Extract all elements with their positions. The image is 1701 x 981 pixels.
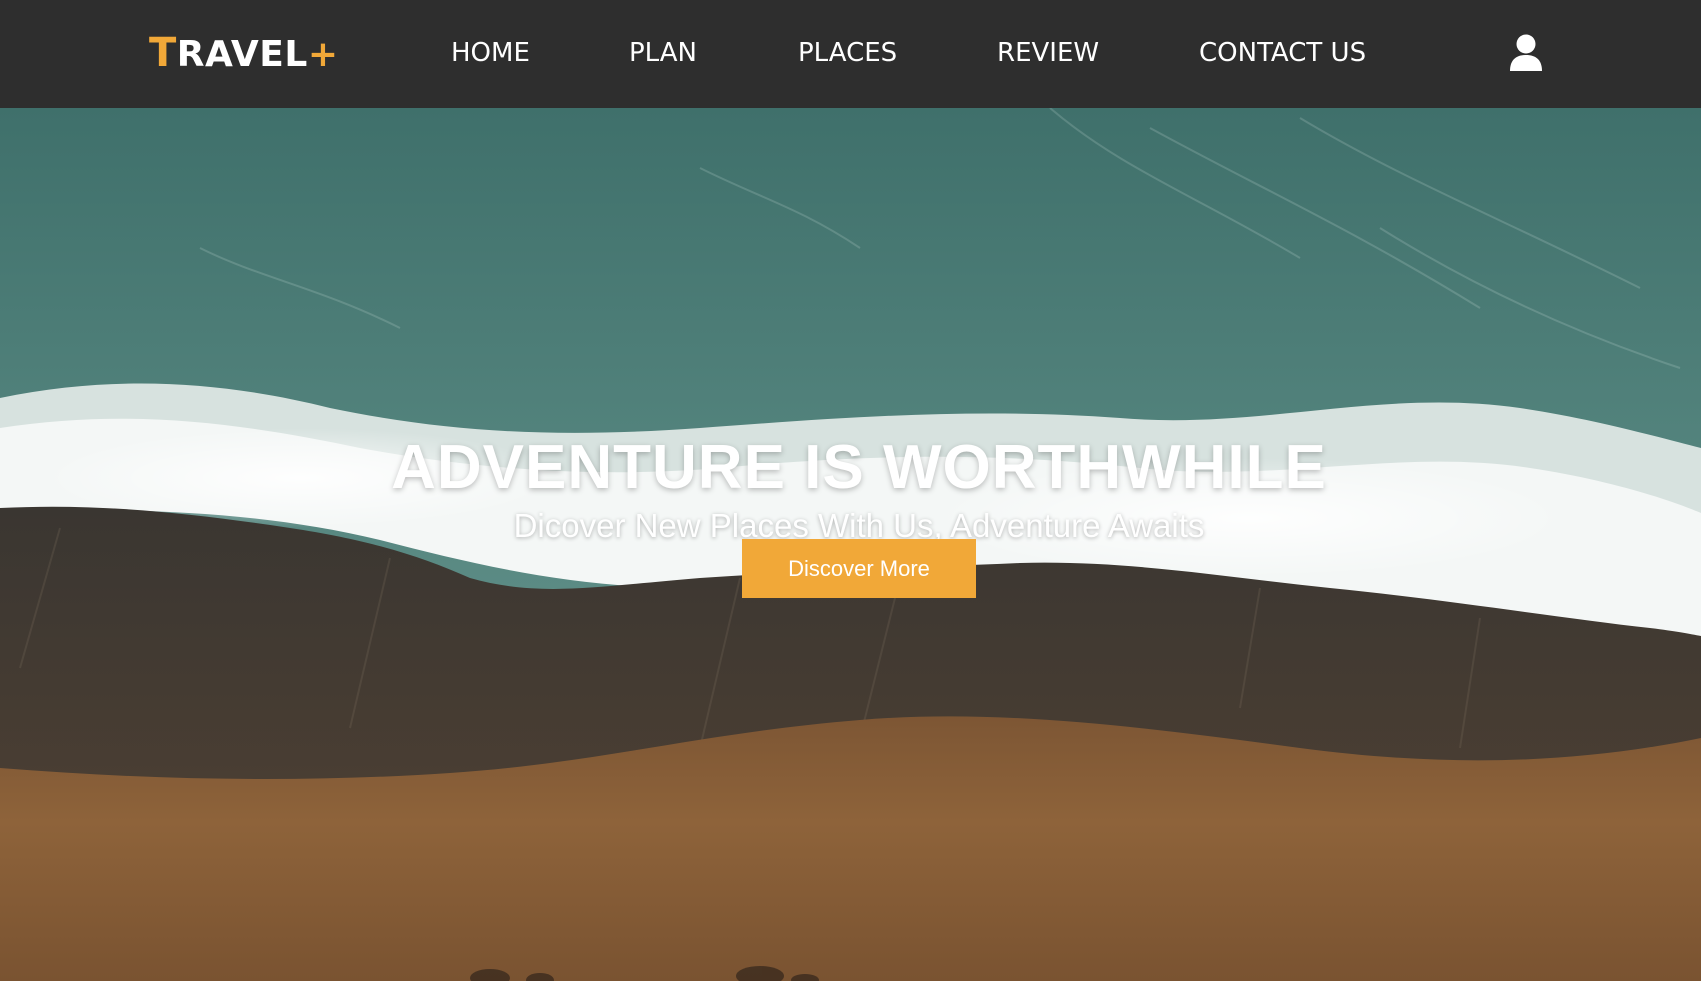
logo-first-letter: T xyxy=(149,30,177,76)
user-icon[interactable] xyxy=(1508,34,1544,72)
nav-contact-us[interactable]: CONTACT US xyxy=(1199,36,1366,70)
hero-section: ADVENTURE IS WORTHWHILE Dicover New Plac… xyxy=(0,108,1701,981)
page: TRAVEL+ HOME PLAN PLACES REVIEW CONTACT … xyxy=(0,0,1701,981)
nav-review[interactable]: REVIEW xyxy=(997,36,1099,70)
logo-link[interactable]: TRAVEL+ xyxy=(149,30,339,78)
discover-more-button[interactable]: Discover More xyxy=(742,539,976,598)
logo-plus: + xyxy=(307,34,339,75)
hero-title: ADVENTURE IS WORTHWHILE xyxy=(391,432,1327,502)
logo-text: RAVEL xyxy=(176,34,308,75)
nav-plan[interactable]: PLAN xyxy=(629,36,697,70)
nav-home[interactable]: HOME xyxy=(451,36,530,70)
nav-places[interactable]: PLACES xyxy=(798,36,897,70)
navbar: TRAVEL+ HOME PLAN PLACES REVIEW CONTACT … xyxy=(0,0,1701,108)
